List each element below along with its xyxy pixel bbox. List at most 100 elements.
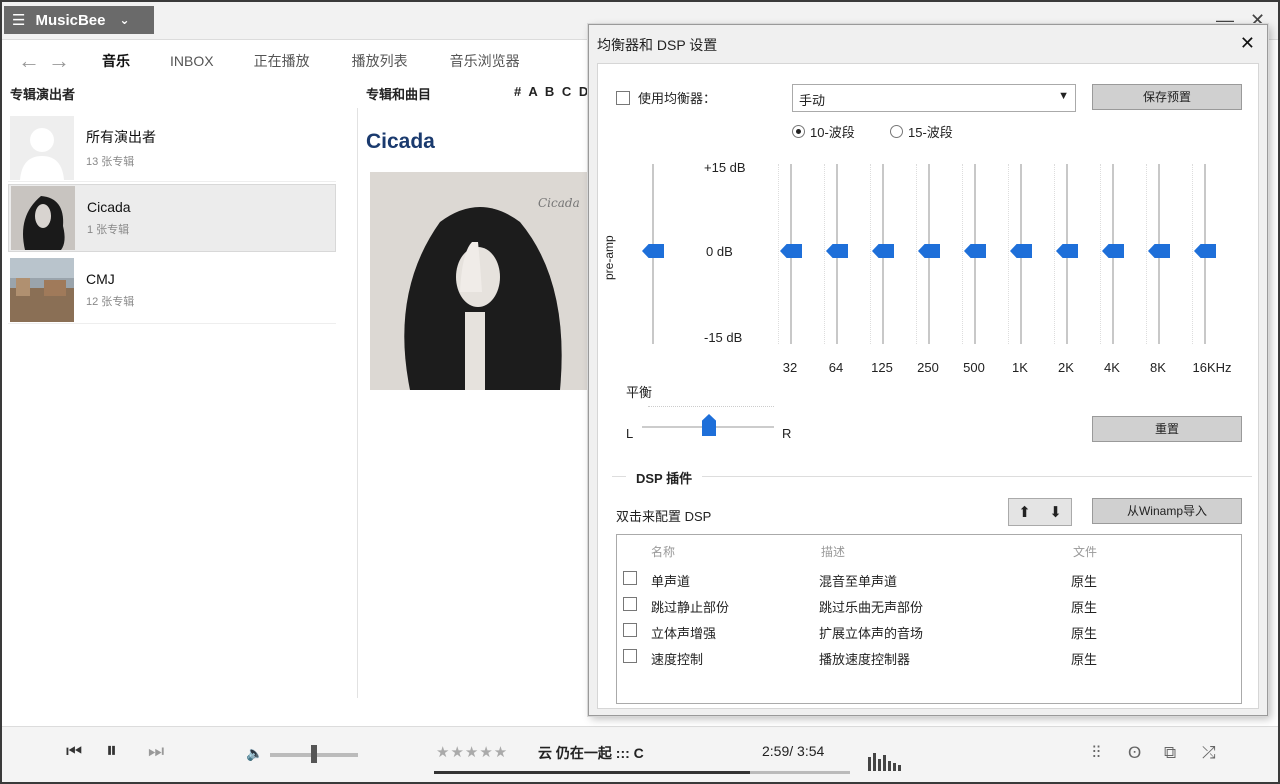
next-track-icon[interactable]: ⏭ bbox=[148, 741, 164, 762]
dsp-row-checkbox[interactable] bbox=[623, 597, 637, 611]
db-zero-label: 0 dB bbox=[706, 244, 733, 259]
eq-band-slider-knob[interactable] bbox=[964, 244, 986, 258]
scrobble-icon[interactable]: ʘ bbox=[1128, 743, 1141, 763]
tab-music-explorer[interactable]: 音乐浏览器 bbox=[450, 51, 520, 71]
eq-band-frequency-label: 32 bbox=[782, 360, 798, 375]
artist-name: CMJ bbox=[86, 270, 115, 287]
equalizer-icon[interactable]: ⫶⫶ bbox=[1092, 743, 1101, 763]
tab-inbox[interactable]: INBOX bbox=[170, 53, 214, 69]
preamp-slider-knob[interactable] bbox=[642, 244, 664, 258]
dsp-row[interactable]: 单声道 混音至单声道 原生 bbox=[623, 567, 1233, 593]
band10-option[interactable]: 10-波段 bbox=[792, 122, 855, 141]
dropdown-arrow-icon: ▼ bbox=[1058, 90, 1069, 102]
artists-column-header[interactable]: 专辑演出者 bbox=[10, 84, 75, 103]
eq-band-slider-knob[interactable] bbox=[826, 244, 848, 258]
eq-band-frequency-label: 1K bbox=[1012, 360, 1028, 375]
app-menu-button[interactable]: ☰ MusicBee ⌄ bbox=[4, 6, 154, 34]
dsp-col-file[interactable]: 文件 bbox=[1073, 543, 1097, 560]
artist-item[interactable]: 所有演出者 13 张专辑 bbox=[8, 114, 336, 182]
band15-label: 15-波段 bbox=[908, 125, 953, 140]
eq-preset-dropdown[interactable]: 手动 ▼ bbox=[792, 84, 1076, 112]
move-down-icon[interactable]: ⬇ bbox=[1049, 503, 1062, 521]
reset-button[interactable]: 重置 bbox=[1092, 416, 1242, 442]
seek-bar[interactable] bbox=[434, 771, 850, 774]
artist-album-count: 12 张专辑 bbox=[86, 295, 135, 308]
albums-column-header[interactable]: 专辑和曲目 bbox=[366, 84, 431, 103]
eq-band-slider-knob[interactable] bbox=[780, 244, 802, 258]
artist-name: 所有演出者 bbox=[86, 128, 156, 145]
eq-band-frequency-label: 250 bbox=[917, 360, 939, 375]
eq-band-ticks bbox=[1146, 164, 1150, 344]
close-icon[interactable]: ✕ bbox=[1240, 33, 1255, 54]
balance-ticks bbox=[648, 406, 774, 410]
move-up-icon[interactable]: ⬆ bbox=[1018, 503, 1031, 521]
balance-left-label: L bbox=[626, 426, 634, 441]
tab-music[interactable]: 音乐 bbox=[102, 51, 130, 71]
dsp-row-checkbox[interactable] bbox=[623, 649, 637, 663]
artist-item[interactable]: Cicada 1 张专辑 bbox=[8, 184, 336, 252]
artist-album-count: 1 张专辑 bbox=[87, 224, 130, 236]
dsp-row[interactable]: 速度控制 播放速度控制器 原生 bbox=[623, 645, 1233, 671]
eq-band-ticks bbox=[1008, 164, 1012, 344]
import-winamp-button[interactable]: 从Winamp导入 bbox=[1092, 498, 1242, 524]
eq-band-frequency-label: 125 bbox=[871, 360, 893, 375]
tab-now-playing[interactable]: 正在播放 bbox=[254, 51, 310, 71]
cover-caption: Cicada bbox=[538, 196, 580, 210]
eq-band-frequency-label: 16KHz bbox=[1192, 360, 1232, 375]
eq-band-slider-knob[interactable] bbox=[1148, 244, 1170, 258]
app-name: MusicBee bbox=[35, 11, 106, 29]
eq-enable-checkbox[interactable] bbox=[616, 90, 630, 105]
player-bar: ⏮ ⏸ ⏭ 🔈 ★★★★★ 云 仍在一起 ::: C 2:59/ 3:54 ⫶⫶… bbox=[2, 726, 1278, 782]
band10-radio[interactable] bbox=[792, 125, 805, 138]
db-minus-label: -15 dB bbox=[704, 330, 743, 345]
volume-icon[interactable]: 🔈 bbox=[246, 745, 263, 762]
eq-band-slider-knob[interactable] bbox=[1194, 244, 1216, 258]
artist-thumbnail bbox=[10, 257, 74, 322]
dsp-col-desc[interactable]: 描述 bbox=[821, 543, 845, 560]
previous-track-icon[interactable]: ⏮ bbox=[66, 741, 82, 762]
dsp-col-name[interactable]: 名称 bbox=[651, 543, 675, 560]
equalizer-dsp-dialog: 均衡器和 DSP 设置 ✕ 使用均衡器： 手动 ▼ 保存预置 10-波段 15-… bbox=[588, 24, 1268, 716]
artist-name: Cicada bbox=[87, 199, 131, 215]
dsp-row-checkbox[interactable] bbox=[623, 623, 637, 637]
dsp-row-desc: 播放速度控制器 bbox=[819, 652, 911, 667]
pause-icon[interactable]: ⏸ bbox=[106, 737, 117, 763]
eq-band-slider-knob[interactable] bbox=[1010, 244, 1032, 258]
eq-band-ticks bbox=[1100, 164, 1104, 344]
dsp-row-name: 单声道 bbox=[651, 574, 691, 589]
rating-stars[interactable]: ★★★★★ bbox=[436, 743, 508, 761]
tab-playlists[interactable]: 播放列表 bbox=[352, 51, 408, 71]
save-preset-button[interactable]: 保存预置 bbox=[1092, 84, 1242, 110]
eq-band-slider-knob[interactable] bbox=[872, 244, 894, 258]
eq-band-ticks bbox=[870, 164, 874, 344]
dsp-row-file: 原生 bbox=[1071, 652, 1098, 667]
artist-thumbnail bbox=[11, 186, 75, 250]
artist-placeholder-avatar bbox=[10, 115, 74, 180]
eq-band-slider-knob[interactable] bbox=[918, 244, 940, 258]
eq-band-slider-knob[interactable] bbox=[1056, 244, 1078, 258]
eq-preset-value: 手动 bbox=[799, 93, 826, 108]
dsp-hint: 双击来配置 DSP bbox=[616, 509, 712, 524]
dsp-row[interactable]: 跳过静止部份 跳过乐曲无声部份 原生 bbox=[623, 593, 1233, 619]
balance-slider-knob[interactable] bbox=[702, 414, 716, 436]
playback-time: 2:59/ 3:54 bbox=[762, 743, 825, 759]
forward-arrow-icon[interactable]: → bbox=[44, 48, 74, 74]
eq-enable-toggle[interactable]: 使用均衡器： bbox=[616, 88, 716, 107]
artist-item[interactable]: CMJ 12 张专辑 bbox=[8, 256, 336, 324]
dsp-row[interactable]: 立体声增强 扩展立体声的音场 原生 bbox=[623, 619, 1233, 645]
band15-option[interactable]: 15-波段 bbox=[890, 122, 953, 141]
autodj-icon[interactable]: ⧉ bbox=[1164, 743, 1176, 763]
balance-label: 平衡 bbox=[626, 385, 653, 400]
shuffle-icon[interactable]: ⤮ bbox=[1202, 743, 1216, 763]
eq-band-ticks bbox=[824, 164, 828, 344]
dsp-row-file: 原生 bbox=[1071, 574, 1098, 589]
eq-enable-label: 使用均衡器： bbox=[638, 91, 717, 106]
volume-knob[interactable] bbox=[311, 745, 317, 763]
album-cover[interactable]: Cicada bbox=[370, 172, 592, 390]
dsp-row-desc: 扩展立体声的音场 bbox=[819, 626, 924, 641]
dsp-row-checkbox[interactable] bbox=[623, 571, 637, 585]
band15-radio[interactable] bbox=[890, 125, 903, 138]
back-arrow-icon[interactable]: ← bbox=[14, 48, 44, 74]
eq-band-slider-knob[interactable] bbox=[1102, 244, 1124, 258]
spectrum-icon[interactable] bbox=[868, 753, 901, 771]
